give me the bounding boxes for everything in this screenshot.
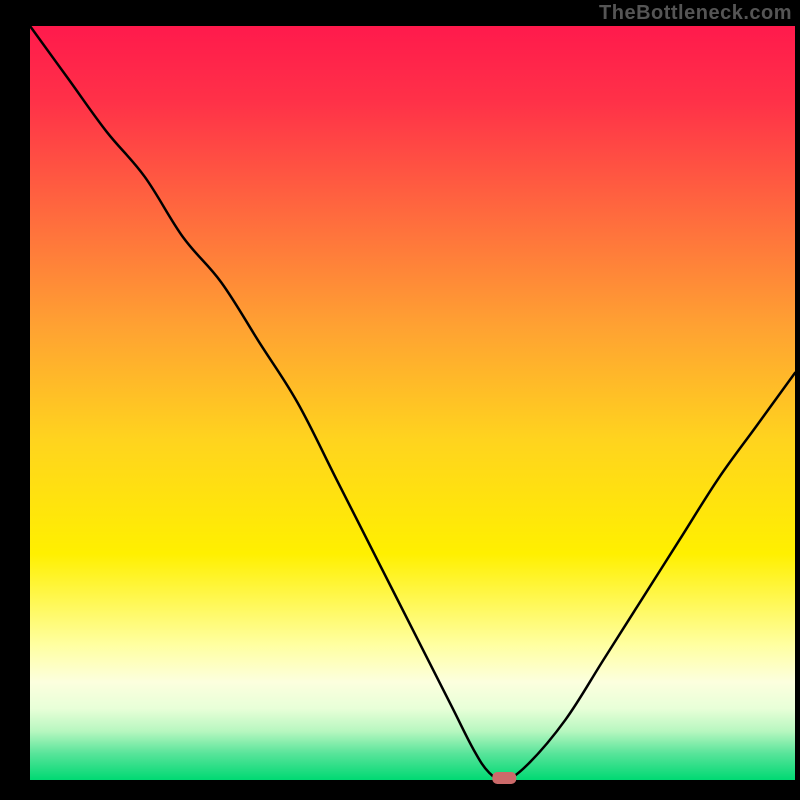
chart-frame: TheBottleneck.com	[0, 0, 800, 800]
watermark-text: TheBottleneck.com	[599, 2, 792, 25]
plot-background	[30, 26, 795, 780]
optimal-marker	[492, 772, 516, 784]
bottleneck-chart	[0, 0, 800, 800]
